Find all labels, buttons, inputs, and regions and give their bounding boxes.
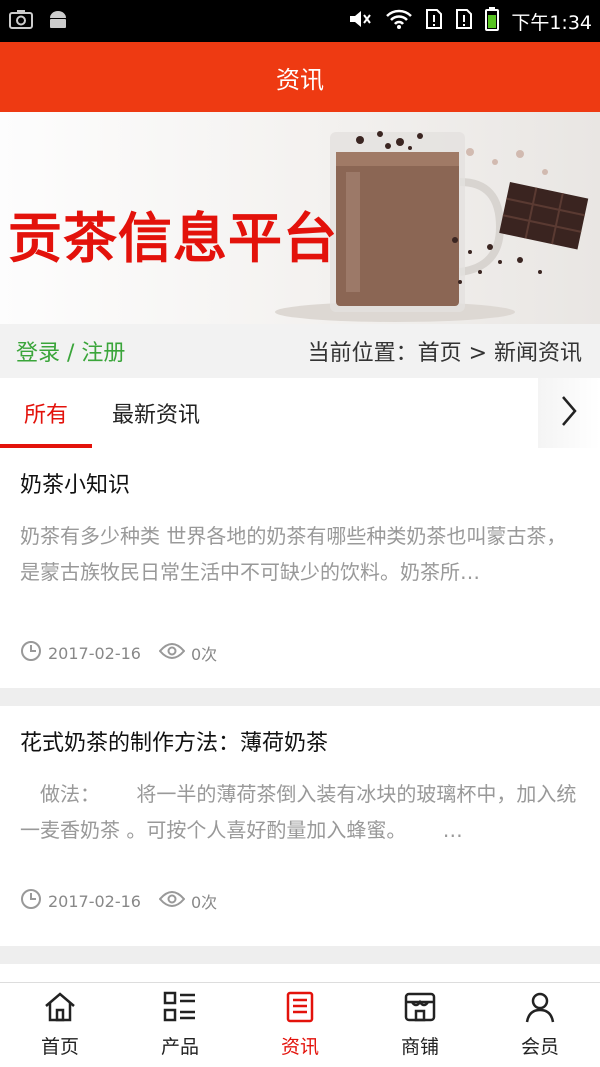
nav-home-label: 首页 bbox=[40, 1036, 79, 1058]
list-item[interactable]: 奶茶小知识 奶茶有多少种类 世界各地的奶茶有哪些种类奶茶也叫蒙古茶，是蒙古族牧民… bbox=[0, 448, 600, 688]
article-meta: 2017-02-16 0次 bbox=[20, 640, 580, 666]
bottom-nav: 首页 产品 资讯 商铺 会员 bbox=[0, 982, 600, 1067]
list-icon bbox=[163, 991, 197, 1028]
nav-stores[interactable]: 商铺 bbox=[360, 983, 480, 1067]
breadcrumb: 当前位置：首页 > 新闻资讯 bbox=[307, 341, 582, 366]
info-bar: 登录 / 注册 当前位置：首页 > 新闻资讯 bbox=[0, 324, 600, 378]
tab-latest-news[interactable]: 最新资讯 bbox=[112, 378, 200, 448]
tab-all[interactable]: 所有 bbox=[0, 378, 92, 448]
nav-home[interactable]: 首页 bbox=[0, 983, 120, 1067]
store-icon bbox=[403, 991, 437, 1028]
nav-news-label: 资讯 bbox=[280, 1036, 319, 1058]
category-tabs: 所有 最新资讯 bbox=[0, 378, 600, 448]
nav-stores-label: 商铺 bbox=[400, 1036, 439, 1058]
nav-products-label: 产品 bbox=[160, 1036, 199, 1058]
nav-member-label: 会员 bbox=[520, 1036, 559, 1058]
page-title: 资讯 bbox=[276, 65, 324, 94]
eye-icon bbox=[158, 890, 186, 912]
article-date: 2017-02-16 bbox=[48, 643, 141, 663]
clock-icon bbox=[20, 640, 42, 666]
nav-products[interactable]: 产品 bbox=[120, 983, 240, 1067]
list-item[interactable] bbox=[0, 964, 600, 984]
nav-news[interactable]: 资讯 bbox=[240, 983, 360, 1067]
status-bar: 下午1:34 bbox=[0, 0, 600, 42]
android-icon bbox=[46, 8, 70, 34]
home-icon bbox=[43, 991, 77, 1028]
mute-icon bbox=[347, 8, 373, 34]
article-views: 0次 bbox=[190, 893, 218, 912]
news-icon bbox=[283, 991, 317, 1028]
list-item[interactable]: 花式奶茶的制作方法：薄荷奶茶 做法： 将一半的薄荷茶倒入装有冰块的玻璃杯中，加入… bbox=[0, 706, 600, 946]
chevron-right-icon bbox=[559, 394, 579, 432]
screenshot-icon bbox=[8, 8, 34, 34]
clock-icon bbox=[20, 888, 42, 914]
banner-title: 贡茶信息平台 bbox=[8, 207, 338, 270]
article-date: 2017-02-16 bbox=[48, 891, 141, 911]
user-icon bbox=[523, 991, 557, 1028]
eye-icon bbox=[158, 642, 186, 664]
article-meta: 2017-02-16 0次 bbox=[20, 888, 580, 914]
banner[interactable]: 贡茶信息平台 bbox=[0, 112, 600, 324]
article-title: 奶茶小知识 bbox=[20, 473, 131, 498]
wifi-icon bbox=[385, 8, 413, 34]
article-excerpt: 做法： 将一半的薄荷茶倒入装有冰块的玻璃杯中，加入统一麦香奶茶 。可按个人喜好酌… bbox=[20, 782, 577, 842]
sim-card-icon bbox=[425, 8, 443, 34]
nav-member[interactable]: 会员 bbox=[480, 983, 600, 1067]
app-bar: 资讯 bbox=[0, 42, 600, 112]
article-excerpt: 奶茶有多少种类 世界各地的奶茶有哪些种类奶茶也叫蒙古茶，是蒙古族牧民日常生活中不… bbox=[20, 524, 567, 584]
battery-icon bbox=[485, 7, 500, 35]
article-views: 0次 bbox=[190, 645, 218, 664]
status-time: 下午1:34 bbox=[511, 11, 592, 34]
sim-card-icon bbox=[455, 8, 473, 34]
tabs-scroll-right-button[interactable] bbox=[538, 378, 600, 448]
login-register-link[interactable]: 登录 / 注册 bbox=[16, 335, 125, 367]
article-title: 花式奶茶的制作方法：薄荷奶茶 bbox=[20, 731, 329, 756]
